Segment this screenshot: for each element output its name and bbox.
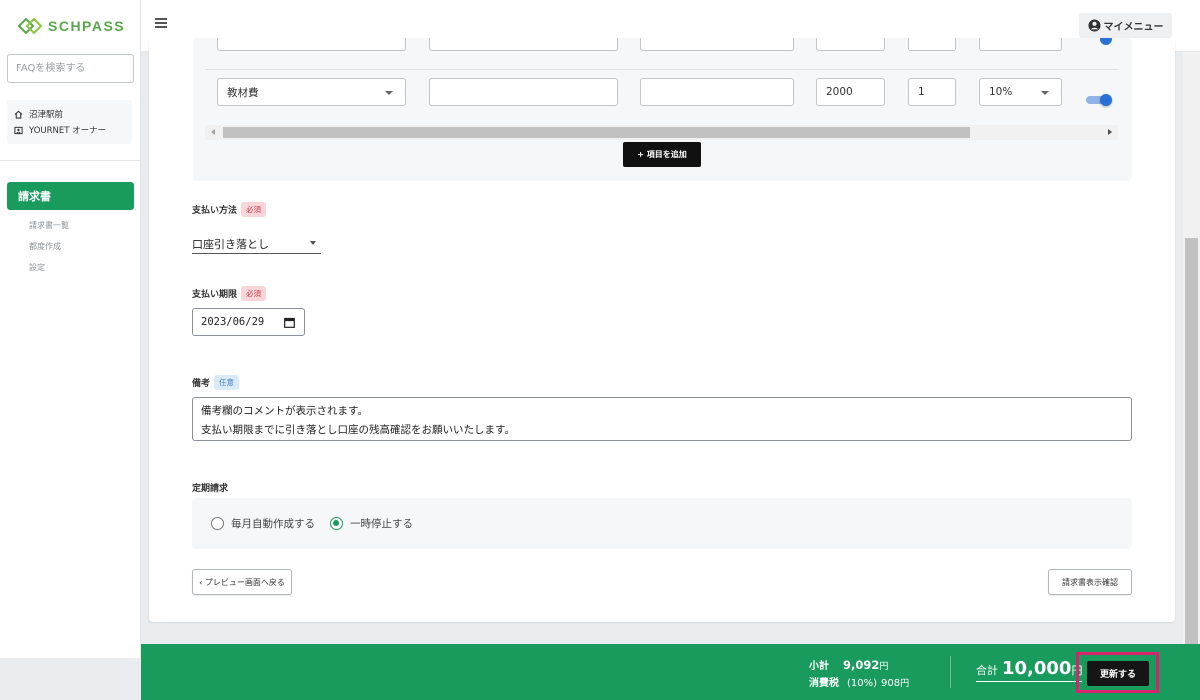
item-tax-value: 10% — [989, 86, 1013, 98]
item-description-input[interactable] — [640, 78, 794, 106]
subtotal-label: 小計 — [809, 661, 829, 672]
store-name: 沼津駅前 — [29, 110, 64, 120]
logo-icon — [17, 17, 43, 35]
row-divider — [205, 69, 1118, 70]
chevron-down-icon — [1041, 91, 1049, 95]
payment-method-value: 口座引き落とし — [192, 238, 269, 251]
horizontal-scroll-thumb[interactable] — [223, 127, 970, 138]
memo-label-text: 備考 — [192, 379, 211, 389]
id-card-icon — [13, 125, 23, 135]
tax-value: 908 — [881, 678, 901, 689]
sidebar-divider — [0, 160, 140, 161]
payment-method-label: 支払い方法 必須 — [192, 202, 267, 217]
prev-row-price-field[interactable] — [816, 38, 885, 51]
item-enabled-toggle[interactable] — [1086, 94, 1112, 106]
optional-badge: 任意 — [214, 375, 240, 390]
payment-due-date-input[interactable]: 2023/06/29 — [192, 308, 305, 336]
prev-row-description-field[interactable] — [640, 38, 794, 51]
logo[interactable]: SCHPASS — [0, 0, 140, 52]
tax-label: 消費税 — [809, 678, 839, 689]
payment-due-value: 2023/06/29 — [201, 316, 265, 328]
radio-monthly-auto-label: 毎月自動作成する — [231, 518, 315, 530]
user-circle-icon — [1087, 19, 1101, 32]
subtotal-unit: 円 — [879, 662, 889, 672]
radio-monthly-auto[interactable]: 毎月自動作成する — [211, 516, 315, 531]
prev-row-tax-field[interactable] — [979, 38, 1062, 51]
home-icon — [13, 109, 23, 119]
item-name-input[interactable] — [429, 78, 618, 106]
owner-name: YOURNET オーナー — [29, 126, 107, 136]
scroll-left-icon[interactable] — [211, 129, 215, 135]
vertical-scroll-thumb[interactable] — [1185, 238, 1198, 644]
required-badge: 必須 — [241, 202, 267, 217]
total-value: 10,000 — [1002, 658, 1072, 679]
sidebar-item-invoice[interactable]: 請求書 — [7, 182, 134, 210]
radio-circle-selected[interactable] — [330, 517, 343, 530]
required-badge: 必須 — [241, 286, 267, 301]
memo-line-2: 支払い期限までに引き落とし口座の残高確認をお願いいたします。 — [201, 424, 515, 436]
totals-footer: 小計 9,092 円 消費税 (10%) 908 円 合計 10,000 円 — [141, 644, 1200, 700]
chevron-down-icon — [310, 241, 316, 245]
back-to-preview-button[interactable]: ‹ プレビュー画面へ戻る — [192, 569, 292, 595]
chevron-down-icon — [385, 91, 393, 95]
my-menu-label: マイメニュー — [1103, 22, 1164, 33]
item-price-input[interactable]: 2000 — [816, 78, 885, 106]
scroll-right-icon[interactable] — [1108, 129, 1112, 135]
item-tax-select[interactable]: 10% — [979, 78, 1062, 106]
memo-textarea[interactable]: 備考欄のコメントが表示されます。 支払い期限までに引き落とし口座の残高確認をお願… — [192, 397, 1132, 441]
faq-search-input[interactable] — [7, 54, 134, 83]
grand-total: 合計 10,000 円 — [976, 658, 1083, 682]
calendar-icon[interactable] — [284, 317, 295, 328]
hamburger-menu-icon[interactable] — [155, 18, 167, 28]
prev-row-category-field[interactable] — [217, 38, 406, 51]
prev-row-toggle[interactable] — [1100, 38, 1112, 50]
total-label: 合計 — [976, 664, 998, 677]
subtotal-line: 小計 9,092 円 — [809, 657, 888, 672]
prev-row-quantity-field[interactable] — [908, 38, 956, 51]
logo-text: SCHPASS — [48, 18, 126, 34]
update-button[interactable]: 更新する — [1087, 661, 1149, 686]
prev-row-name-field[interactable] — [429, 38, 618, 51]
sidebar: SCHPASS 沼津駅前 YOURNET オーナー 請求書 請求書一覧 都度作成… — [0, 0, 141, 658]
footer-divider — [950, 656, 951, 688]
vertical-scrollbar[interactable] — [1183, 52, 1200, 644]
sidebar-subitem-invoice-list[interactable]: 請求書一覧 — [29, 220, 69, 231]
owner-row[interactable]: YOURNET オーナー — [13, 122, 126, 138]
add-item-button[interactable]: + 項目を追加 — [623, 142, 701, 167]
radio-pause[interactable]: 一時停止する — [330, 516, 413, 531]
my-menu-button[interactable]: マイメニュー — [1079, 13, 1172, 38]
sidebar-subitem-settings[interactable]: 設定 — [29, 262, 45, 273]
payment-due-label: 支払い期限 必須 — [192, 286, 267, 301]
invoice-display-confirm-button[interactable]: 請求書表示確認 — [1048, 569, 1132, 595]
item-category-select[interactable]: 教材費 — [217, 78, 406, 106]
item-quantity-input[interactable]: 1 — [908, 78, 956, 106]
tax-rate: (10%) — [847, 678, 878, 689]
item-category-value: 教材費 — [227, 86, 259, 99]
recurring-label: 定期請求 — [192, 484, 229, 494]
tax-line: 消費税 (10%) 908 円 — [809, 674, 909, 689]
radio-circle[interactable] — [211, 517, 224, 530]
payment-due-label-text: 支払い期限 — [192, 290, 238, 300]
memo-label: 備考 任意 — [192, 375, 240, 390]
payment-method-select[interactable]: 口座引き落とし — [192, 235, 321, 254]
radio-pause-label: 一時停止する — [350, 518, 413, 530]
subtotal-value: 9,092 — [843, 658, 880, 672]
store-row[interactable]: 沼津駅前 — [13, 106, 126, 122]
horizontal-scrollbar[interactable] — [205, 125, 1118, 140]
sidebar-subitem-create[interactable]: 都度作成 — [29, 241, 61, 252]
memo-line-1: 備考欄のコメントが表示されます。 — [201, 405, 368, 417]
payment-method-label-text: 支払い方法 — [192, 206, 238, 216]
store-info: 沼津駅前 YOURNET オーナー — [7, 100, 132, 144]
tax-unit: 円 — [900, 679, 910, 689]
